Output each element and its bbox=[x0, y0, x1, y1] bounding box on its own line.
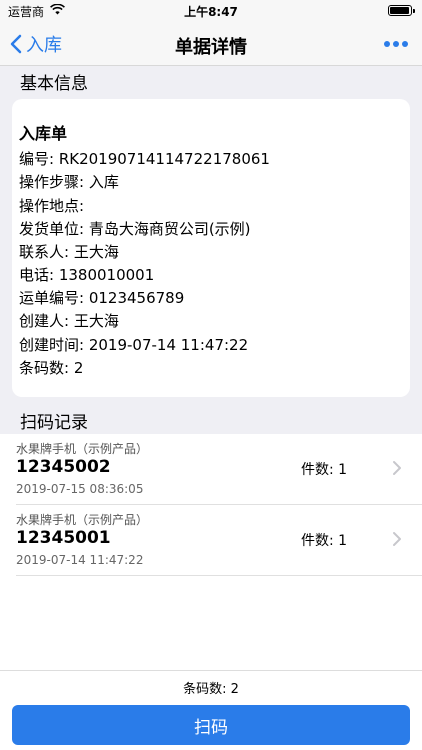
chevron-left-icon bbox=[10, 34, 22, 54]
scan-record-list: 水果牌手机（示例产品） 12345002 2019-07-15 08:36:05… bbox=[0, 434, 422, 670]
list-item[interactable]: 水果牌手机（示例产品） 12345001 2019-07-14 11:47:22… bbox=[0, 505, 422, 575]
page-title: 单据详情 bbox=[175, 37, 247, 58]
info-creator: 创建人: 王大海 bbox=[19, 312, 119, 330]
back-button-label: 入库 bbox=[26, 35, 62, 56]
section-header-scan-records: 扫码记录 bbox=[0, 405, 422, 433]
info-contact: 联系人: 王大海 bbox=[19, 243, 119, 261]
product-name: 水果牌手机（示例产品） bbox=[16, 513, 149, 527]
info-number: 编号: RK20190714114722178061 bbox=[19, 150, 270, 168]
clock: 上午8:47 bbox=[184, 5, 238, 19]
chevron-right-icon bbox=[393, 532, 401, 546]
quantity: 件数: 1 bbox=[301, 533, 348, 549]
battery-icon bbox=[388, 5, 415, 16]
barcode: 12345001 bbox=[16, 528, 111, 548]
section-title: 基本信息 bbox=[20, 74, 88, 94]
ellipsis-icon bbox=[393, 41, 399, 47]
quantity: 件数: 1 bbox=[301, 462, 348, 478]
info-step: 操作步骤: 入库 bbox=[19, 173, 119, 191]
info-barcode-count: 条码数: 2 bbox=[19, 359, 84, 377]
status-bar: 运营商 上午8:47 bbox=[0, 0, 422, 22]
bottom-bar: 条码数: 2 扫码 bbox=[0, 670, 422, 750]
info-card: 入库单 编号: RK20190714114722178061 操作步骤: 入库 … bbox=[12, 99, 410, 397]
nav-bar: 入库 单据详情 bbox=[0, 22, 422, 66]
barcode-count-label: 条码数: 2 bbox=[183, 682, 239, 697]
ellipsis-icon bbox=[402, 41, 408, 47]
scan-time: 2019-07-14 11:47:22 bbox=[16, 553, 144, 567]
ellipsis-icon bbox=[384, 41, 390, 47]
scan-time: 2019-07-15 08:36:05 bbox=[16, 482, 144, 496]
info-shipper: 发货单位: 青岛大海商贸公司(示例) bbox=[19, 220, 251, 238]
back-button[interactable]: 入库 bbox=[10, 30, 62, 58]
product-name: 水果牌手机（示例产品） bbox=[16, 442, 149, 456]
section-header-basic-info: 基本信息 bbox=[0, 66, 422, 94]
battery-level bbox=[390, 7, 409, 14]
info-location: 操作地点: bbox=[19, 197, 85, 215]
list-item[interactable]: 水果牌手机（示例产品） 12345002 2019-07-15 08:36:05… bbox=[0, 434, 422, 504]
info-waybill: 运单编号: 0123456789 bbox=[19, 289, 185, 307]
section-title: 扫码记录 bbox=[20, 413, 88, 433]
info-phone: 电话: 1380010001 bbox=[19, 266, 155, 284]
chevron-right-icon bbox=[393, 461, 401, 475]
info-created-time: 创建时间: 2019-07-14 11:47:22 bbox=[19, 336, 249, 354]
divider bbox=[16, 575, 422, 576]
scan-button[interactable]: 扫码 bbox=[12, 705, 410, 745]
card-title: 入库单 bbox=[19, 124, 68, 143]
more-button[interactable] bbox=[384, 35, 408, 53]
barcode: 12345002 bbox=[16, 457, 111, 477]
